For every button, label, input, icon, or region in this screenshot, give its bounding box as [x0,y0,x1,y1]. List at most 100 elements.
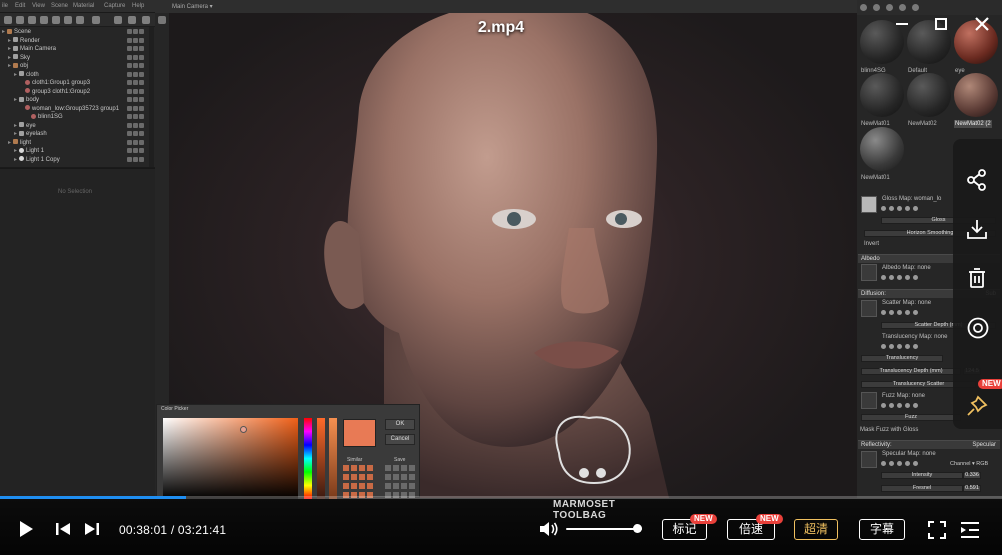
ok-button[interactable]: OK [385,419,415,430]
volume-knob[interactable] [632,524,642,533]
visibility-icon[interactable] [139,71,144,77]
lock-icon[interactable] [127,139,132,145]
row-toggle-icons[interactable] [127,105,149,113]
download-button[interactable] [953,210,1002,246]
map-tools[interactable] [881,275,931,281]
eye-icon[interactable] [133,63,138,68]
outliner-row[interactable]: woman_low:Group35723 group1 [20,105,119,113]
outliner-row[interactable]: ▸ Light 1 Copy [14,156,60,164]
row-toggle-icons[interactable] [127,122,149,130]
eye-icon[interactable] [133,148,138,153]
minimize-button[interactable] [892,14,912,34]
outliner-row[interactable]: group3 cloth1:Group2 [20,88,90,96]
folder-icon[interactable] [889,275,894,280]
outliner-row[interactable]: cloth1:Group1 group3 [20,79,90,87]
material-name[interactable]: NewMat01 [860,174,891,182]
row-toggle-icons[interactable] [127,71,149,79]
color-picker-dialog[interactable]: Color Picker OK Cancel Similar Save [156,404,420,499]
saturation-value-field[interactable] [163,418,298,499]
row-toggle-icons[interactable] [127,45,149,53]
row-toggle-icons[interactable] [127,88,149,96]
translucency-depth-slider[interactable]: Translucency Depth (mm) [861,368,961,375]
translucency-slider[interactable]: Translucency [861,355,943,362]
eye-icon[interactable] [133,131,138,136]
menu-item-4[interactable]: Material [73,3,94,9]
eye-icon[interactable] [133,97,138,102]
brush-icon[interactable] [897,344,902,349]
row-toggle-icons[interactable] [127,96,149,104]
visibility-icon[interactable] [139,148,144,153]
row-toggle-icons[interactable] [127,156,149,164]
volume-icon[interactable] [538,520,560,538]
lock-icon[interactable] [127,71,132,77]
hue-slider[interactable] [304,418,312,499]
eye-icon[interactable] [133,139,138,145]
brush-icon[interactable] [897,310,902,315]
outliner-row[interactable]: ▸ body [14,96,39,104]
specular-map-thumb[interactable] [861,451,877,468]
albedo-map-thumb[interactable] [861,264,877,281]
menu-item-3[interactable]: Scene [51,3,68,9]
row-toggle-icons[interactable] [127,130,149,138]
outliner-row[interactable]: ▸ Light 1 [14,147,44,155]
close-icon[interactable] [913,275,918,280]
lock-icon[interactable] [127,80,132,85]
lock-icon[interactable] [127,54,132,60]
map-tools[interactable] [881,403,931,409]
lock-icon[interactable] [127,97,132,102]
reflectivity-section[interactable]: Reflectivity: Specular [858,440,1000,449]
close-button[interactable] [972,14,992,34]
visibility-icon[interactable] [139,156,144,162]
menu-item-2[interactable]: View [32,3,45,9]
cancel-button[interactable]: Cancel [385,434,415,445]
close-icon[interactable] [913,206,918,211]
eye-icon[interactable] [133,88,138,94]
playlist-icon[interactable] [960,521,980,539]
eye-icon[interactable] [133,46,138,51]
gear-icon[interactable] [881,206,886,211]
eye-icon[interactable] [133,122,138,128]
folder-icon[interactable] [889,206,894,211]
next-icon[interactable] [82,521,100,537]
lock-icon[interactable] [127,105,132,111]
eye-icon[interactable] [133,114,138,119]
material-thumbnail[interactable] [954,73,998,117]
close-icon[interactable] [913,344,918,349]
gear-icon[interactable] [881,461,886,466]
volume-slider[interactable] [566,528,642,530]
row-toggle-icons[interactable] [127,139,149,147]
share-button[interactable] [953,161,1002,197]
ring-button[interactable] [953,309,1002,345]
folder-icon[interactable] [889,403,894,408]
fullscreen-icon[interactable] [928,521,946,539]
fuzz-slider[interactable]: Fuzz [861,414,961,421]
outliner-row[interactable]: ▸ Main Camera [8,45,56,53]
row-toggle-icons[interactable] [127,37,149,45]
visibility-icon[interactable] [139,37,144,43]
menu-item-0[interactable]: ile [2,3,8,9]
visibility-icon[interactable] [139,97,144,102]
close-icon[interactable] [913,461,918,466]
reflectivity-section-value[interactable]: Specular [972,441,996,449]
lock-icon[interactable] [127,148,132,153]
outliner-row[interactable]: ▸ light [8,139,31,147]
gear-icon[interactable] [881,275,886,280]
close-icon[interactable] [913,403,918,408]
outliner-row[interactable]: ▸ eye [14,122,36,130]
fresnel-value[interactable]: 0.591 [963,485,981,492]
visibility-icon[interactable] [139,139,144,145]
row-toggle-icons[interactable] [127,62,149,70]
saved-swatches[interactable] [385,465,415,499]
map-tools[interactable] [881,344,931,350]
menu-item-1[interactable]: Edit [15,3,25,9]
eye-icon[interactable] [133,54,138,60]
lock-icon[interactable] [127,46,132,51]
eye-icon[interactable] [133,71,138,77]
fresnel-slider[interactable]: Fresnel [881,485,963,492]
scatter-map-thumb[interactable] [861,300,877,317]
outliner-row[interactable]: ▸ obj [8,62,28,70]
material-name[interactable]: eye [954,67,966,75]
outliner-row[interactable]: ▸ eyelash [14,130,47,138]
eye-icon[interactable] [133,105,138,111]
row-toggle-icons[interactable] [127,147,149,155]
